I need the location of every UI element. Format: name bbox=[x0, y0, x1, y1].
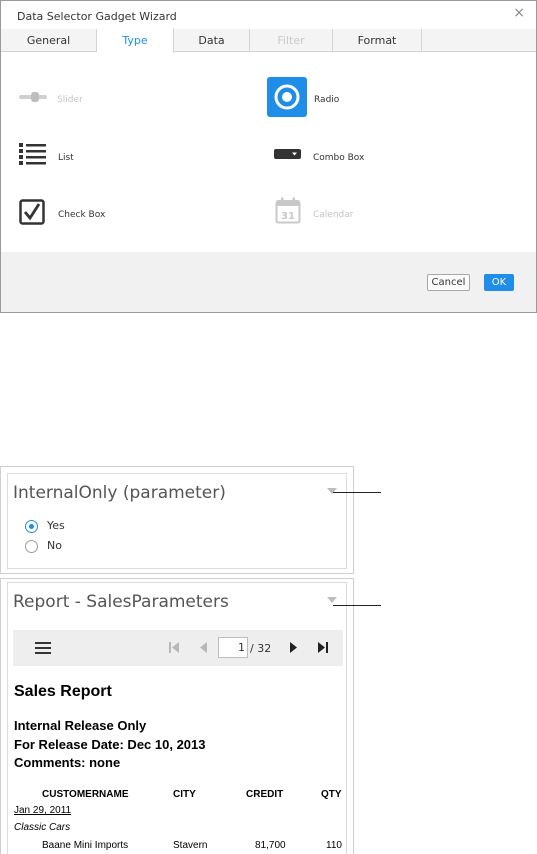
calendar-icon-text: 31 bbox=[281, 211, 295, 222]
option-label-list: List bbox=[58, 153, 74, 163]
radio-yes-label: Yes bbox=[47, 519, 65, 532]
tab-general[interactable]: General bbox=[1, 29, 97, 52]
group-category: Classic Cars bbox=[14, 822, 71, 833]
report-line-release: Internal Release Only bbox=[14, 718, 147, 733]
radio-icon bbox=[267, 77, 307, 117]
slider-icon bbox=[19, 92, 47, 102]
parameter-panel-menu-icon[interactable] bbox=[327, 488, 337, 494]
parameter-gadget-frame: InternalOnly (parameter) Yes No bbox=[7, 473, 347, 569]
row-qty: 110 bbox=[326, 840, 342, 851]
combo-box-icon bbox=[274, 149, 301, 159]
report-panel-title: Report - SalesParameters bbox=[13, 592, 229, 612]
column-header-qty: QTY bbox=[321, 789, 342, 800]
previous-page-icon bbox=[200, 642, 207, 653]
report-viewer-toolbar: 1 / 32 bbox=[13, 630, 343, 666]
tab-bar: General Type Data Filter Format bbox=[1, 29, 536, 53]
menu-icon[interactable] bbox=[35, 642, 51, 654]
data-selector-wizard-dialog: Data Selector Gadget Wizard × General Ty… bbox=[0, 0, 537, 313]
tab-data[interactable]: Data bbox=[174, 29, 250, 52]
dialog-footer: Cancel OK bbox=[1, 252, 536, 312]
type-option-check-box[interactable]: Check Box bbox=[19, 199, 139, 225]
tab-filter: Filter bbox=[250, 29, 333, 52]
parameter-panel-title: InternalOnly (parameter) bbox=[13, 483, 226, 503]
radio-no-label: No bbox=[47, 539, 62, 552]
report-gadget-panel: Report - SalesParameters 1 / 32 Sales Re… bbox=[0, 578, 354, 854]
column-header-city: CITY bbox=[173, 789, 196, 800]
dialog-title: Data Selector Gadget Wizard bbox=[17, 10, 177, 23]
next-page-icon[interactable] bbox=[289, 641, 298, 654]
list-icon bbox=[19, 143, 46, 165]
report-line-date: For Release Date: Dec 10, 2013 bbox=[14, 737, 206, 752]
column-header-customername: CUSTOMERNAME bbox=[42, 789, 129, 800]
callout-line-report bbox=[333, 605, 381, 606]
close-icon[interactable]: × bbox=[513, 5, 525, 21]
option-label-combo-box: Combo Box bbox=[313, 153, 365, 163]
tab-format[interactable]: Format bbox=[333, 29, 422, 52]
row-customer: Baane Mini Imports bbox=[42, 840, 129, 851]
report-gadget-frame: Report - SalesParameters 1 / 32 Sales Re… bbox=[7, 582, 347, 854]
option-label-calendar: Calendar bbox=[313, 210, 354, 220]
option-label-slider: Slider bbox=[57, 95, 83, 105]
page-number-input[interactable]: 1 bbox=[218, 637, 248, 658]
radio-yes-button[interactable] bbox=[25, 520, 38, 533]
ok-button[interactable]: OK bbox=[484, 274, 514, 291]
option-label-check-box: Check Box bbox=[58, 210, 106, 220]
type-option-radio[interactable]: Radio bbox=[267, 77, 387, 117]
check-box-icon bbox=[19, 199, 45, 225]
callout-line-parameter bbox=[333, 492, 381, 493]
type-option-calendar: 31 Calendar bbox=[275, 197, 395, 225]
column-header-credit: CREDIT bbox=[246, 789, 284, 800]
row-credit: 81,700 bbox=[255, 840, 286, 851]
report-panel-menu-icon[interactable] bbox=[327, 597, 337, 603]
last-page-icon[interactable] bbox=[317, 641, 329, 654]
calendar-icon: 31 bbox=[275, 197, 301, 224]
first-page-icon bbox=[169, 642, 179, 653]
type-option-slider: Slider bbox=[15, 85, 135, 115]
report-line-comments: Comments: none bbox=[14, 755, 121, 770]
type-option-list[interactable]: List bbox=[19, 142, 139, 168]
tab-bar-filler bbox=[422, 29, 536, 52]
page-total-label: / 32 bbox=[250, 642, 272, 655]
option-label-radio: Radio bbox=[314, 95, 340, 105]
row-city: Stavern bbox=[173, 840, 208, 851]
radio-no-button[interactable] bbox=[25, 540, 38, 553]
report-title: Sales Report bbox=[14, 683, 112, 700]
parameter-gadget-panel: InternalOnly (parameter) Yes No bbox=[0, 466, 354, 574]
cancel-button[interactable]: Cancel bbox=[427, 274, 470, 291]
group-date: Jan 29, 2011 bbox=[14, 805, 72, 816]
tab-type[interactable]: Type bbox=[97, 29, 174, 53]
type-option-combo-box[interactable]: Combo Box bbox=[274, 147, 394, 167]
